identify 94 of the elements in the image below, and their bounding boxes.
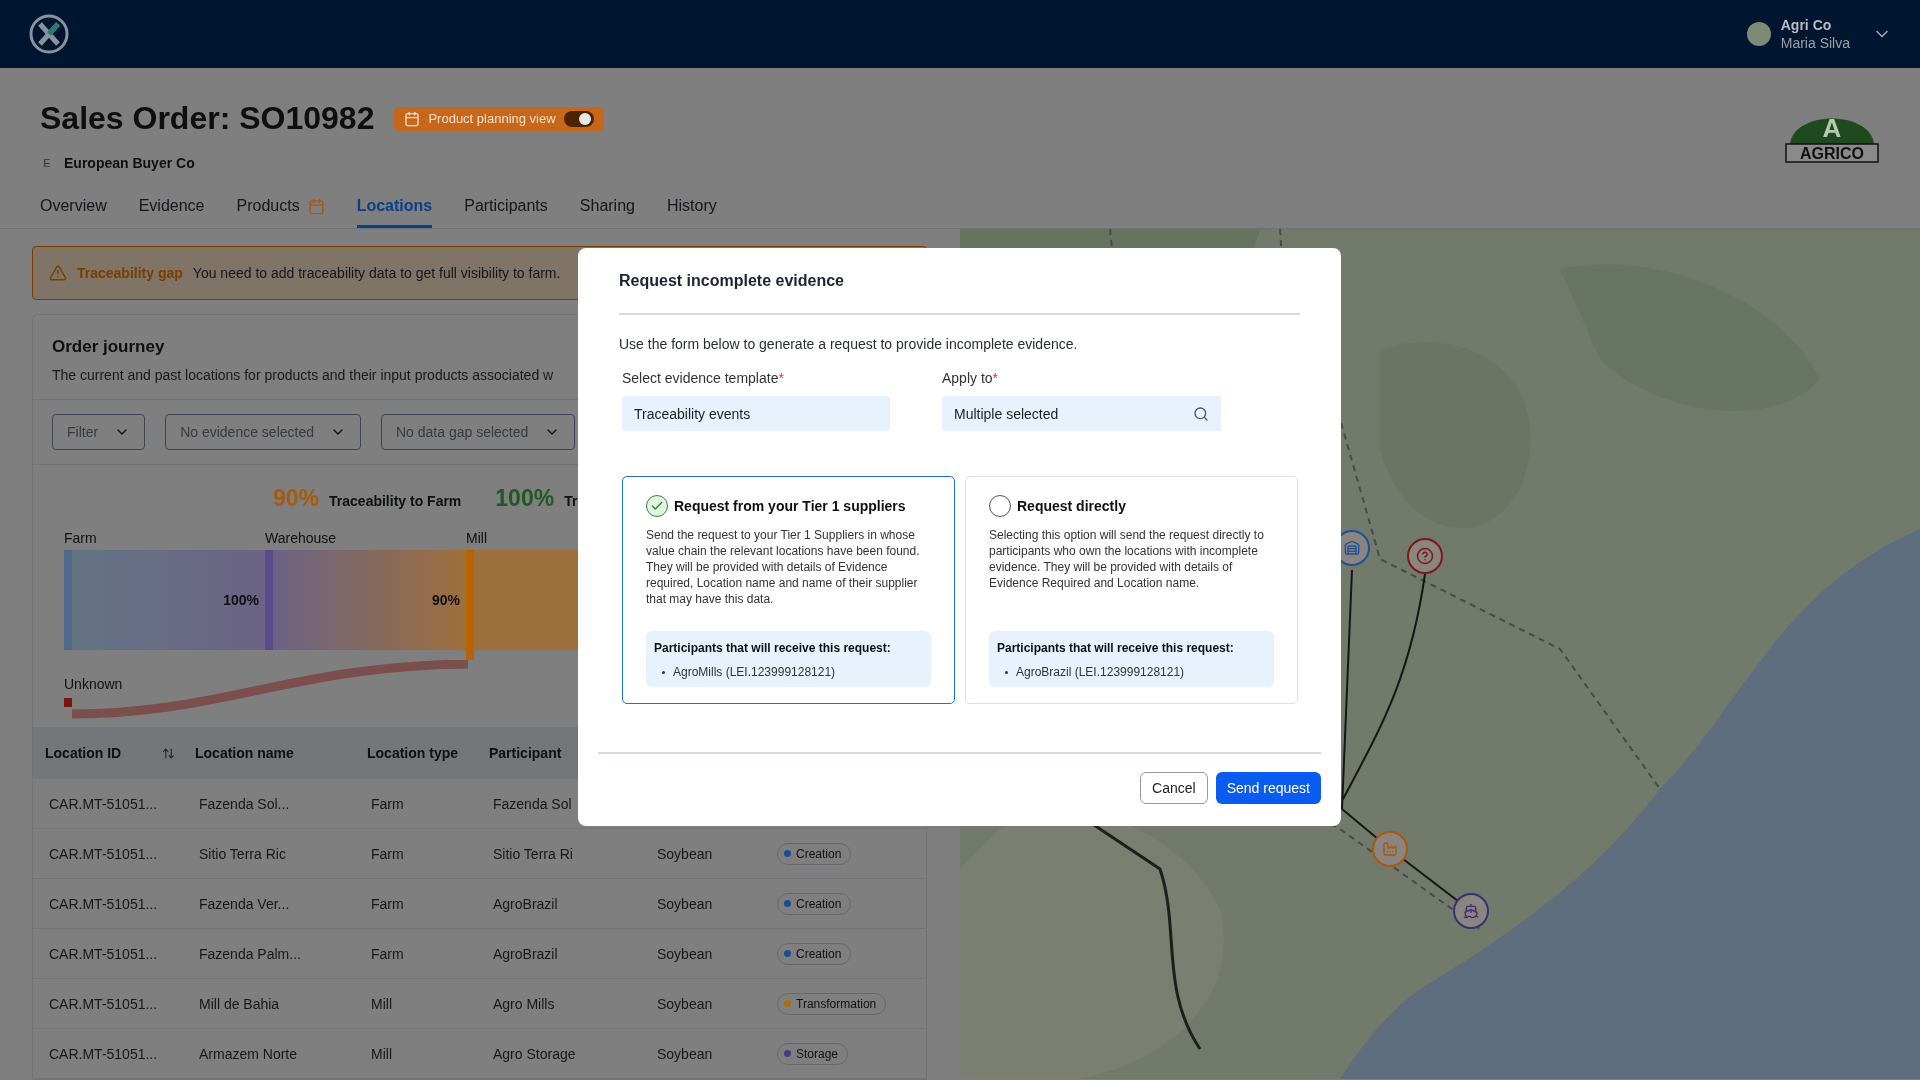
recipients-title: Participants that will receive this request:: [997, 641, 1235, 655]
brand-logo: A AGRICO: [1784, 100, 1880, 164]
tab[interactable]: Locations: [356, 197, 433, 228]
table-cell-text: Agro Mills: [493, 995, 556, 1012]
calendar-icon: [404, 110, 421, 127]
table-cell-text: Mill: [371, 1045, 393, 1062]
search-icon: [1193, 405, 1209, 422]
toggle-switch[interactable]: [563, 110, 594, 127]
table-cell-text: AgroBrazil: [493, 895, 559, 912]
metric-value: 90%: [273, 485, 320, 512]
tab[interactable]: History: [666, 197, 717, 228]
table-cell-text: Soybean: [657, 845, 714, 862]
table-cell-text: Fazenda Ver...: [199, 895, 291, 912]
buyer-name: European Buyer Co: [64, 155, 195, 171]
filter-dropdown[interactable]: Filter: [52, 414, 146, 450]
table-cell-text: Mill: [371, 995, 393, 1012]
metric-label: Tr: [564, 493, 578, 509]
filter-dropdown[interactable]: No evidence selected: [165, 414, 361, 450]
radio-button[interactable]: [646, 495, 668, 517]
table-cell-text: Farm: [371, 945, 405, 962]
table-cell-text: CAR.MT-51051...: [49, 1045, 159, 1062]
recipient-name: AgroBrazil (LEI.123999128121): [1016, 665, 1185, 679]
table-cell-text: AgroBrazil: [493, 945, 559, 962]
table-cell-text: CAR.MT-51051...: [49, 845, 159, 862]
table-cell-text: Mill de Bahia: [199, 995, 281, 1012]
option-description: Selecting this option will send the request directly to participants who own the locations with incomplete evidence. They will be provided with details of Evidence Required and Location name.: [989, 527, 1265, 592]
card-description: The current and past locations for products and their input products associated w: [52, 367, 554, 383]
calendar-icon: [307, 197, 325, 215]
tab[interactable]: Participants: [464, 197, 548, 228]
flow-percentage: 90%: [431, 592, 460, 608]
table-cell-text: Agro Storage: [493, 1045, 577, 1062]
table-cell-text: Farm: [371, 895, 405, 912]
column-header[interactable]: Location ID: [45, 745, 195, 761]
stage-label: Mill: [466, 530, 487, 546]
page-title: Sales Order: SO10982: [40, 100, 375, 137]
recipients-title: Participants that will receive this request:: [654, 641, 892, 655]
stage-label: Warehouse: [265, 530, 337, 546]
table-cell-text: Soybean: [657, 1045, 714, 1062]
table-cell-text: Fazenda Palm...: [199, 945, 302, 962]
app-logo-icon[interactable]: [28, 13, 70, 55]
select-field[interactable]: Traceability events: [622, 396, 890, 431]
stage-label: Unknown: [64, 676, 123, 692]
table-cell-text: Soybean: [657, 995, 714, 1012]
request-option-card[interactable]: [622, 476, 955, 704]
organization-name: Agri Co: [1780, 17, 1833, 33]
flow-percentage: 100%: [223, 592, 259, 608]
buyer-initial: E: [42, 157, 52, 169]
recipient-name: AgroMills (LEI.123999128121): [673, 665, 836, 679]
table-cell-text: Soybean: [657, 895, 714, 912]
card-title: Order journey: [52, 337, 165, 357]
table-cell-text: CAR.MT-51051...: [49, 995, 159, 1012]
warning-icon: [49, 264, 67, 282]
bullet-icon: [1005, 670, 1008, 674]
bullet-icon: [662, 670, 665, 674]
send-button[interactable]: Send request: [1215, 772, 1321, 804]
planning-view-toggle[interactable]: Product planning view: [394, 106, 604, 131]
dialog-intro: Use the form below to generate a request to provide incomplete evidence.: [619, 336, 1079, 352]
table-cell-text: CAR.MT-51051...: [49, 895, 159, 912]
toggle-label: Product planning view: [428, 111, 556, 126]
table-cell-text: Farm: [371, 845, 405, 862]
table-cell-text: Fazenda Sol: [493, 795, 573, 812]
cancel-button[interactable]: Cancel: [1140, 772, 1208, 804]
account-avatar-icon: [1746, 22, 1771, 46]
check-icon: [650, 499, 664, 513]
table-cell-text: Fazenda Sol...: [199, 795, 291, 812]
table-cell-text: Sitio Terra Ri: [493, 845, 574, 862]
tab[interactable]: Sharing: [579, 197, 635, 228]
table-cell-text: CAR.MT-51051...: [49, 945, 159, 962]
table-cell-text: Armazem Norte: [199, 1045, 299, 1062]
option-title: Request from your Tier 1 suppliers: [674, 498, 906, 514]
field-label: Select evidence template*: [622, 370, 785, 386]
tab[interactable]: Products: [236, 197, 325, 228]
column-header[interactable]: Location name: [195, 745, 367, 761]
alert-title: Traceability gap: [77, 265, 183, 281]
metric-value: 100%: [495, 485, 555, 512]
field-label: Apply to*: [942, 370, 1000, 386]
option-description: Send the request to your Tier 1 Suppliers in whose value chain the relevant locations have been found. They will be provided with details of Evidence required, Location name and name of their supplier that may have this data.: [646, 527, 921, 607]
tab[interactable]: Overview: [40, 197, 107, 228]
search-field[interactable]: Multiple selected: [942, 396, 1221, 431]
alert-message: You need to add traceability data to get full visibility to farm.: [192, 265, 561, 281]
table-cell-text: Sitio Terra Ric: [199, 845, 287, 862]
radio-button[interactable]: [989, 495, 1011, 517]
tab[interactable]: Evidence: [138, 197, 205, 228]
metric-label: Traceability to Farm: [329, 493, 462, 509]
stage-label: Farm: [64, 530, 97, 546]
user-name: Maria Silva: [1780, 35, 1850, 51]
column-header[interactable]: Location type: [367, 745, 489, 761]
dialog-title: Request incomplete evidence: [619, 272, 1300, 315]
sort-icon[interactable]: [162, 746, 175, 760]
table-cell-text: Farm: [371, 795, 405, 812]
filter-dropdown[interactable]: No data gap selected: [381, 414, 576, 450]
option-title: Request directly: [1017, 498, 1126, 514]
table-cell-text: Soybean: [657, 945, 714, 962]
table-cell-text: CAR.MT-51051...: [49, 795, 159, 812]
